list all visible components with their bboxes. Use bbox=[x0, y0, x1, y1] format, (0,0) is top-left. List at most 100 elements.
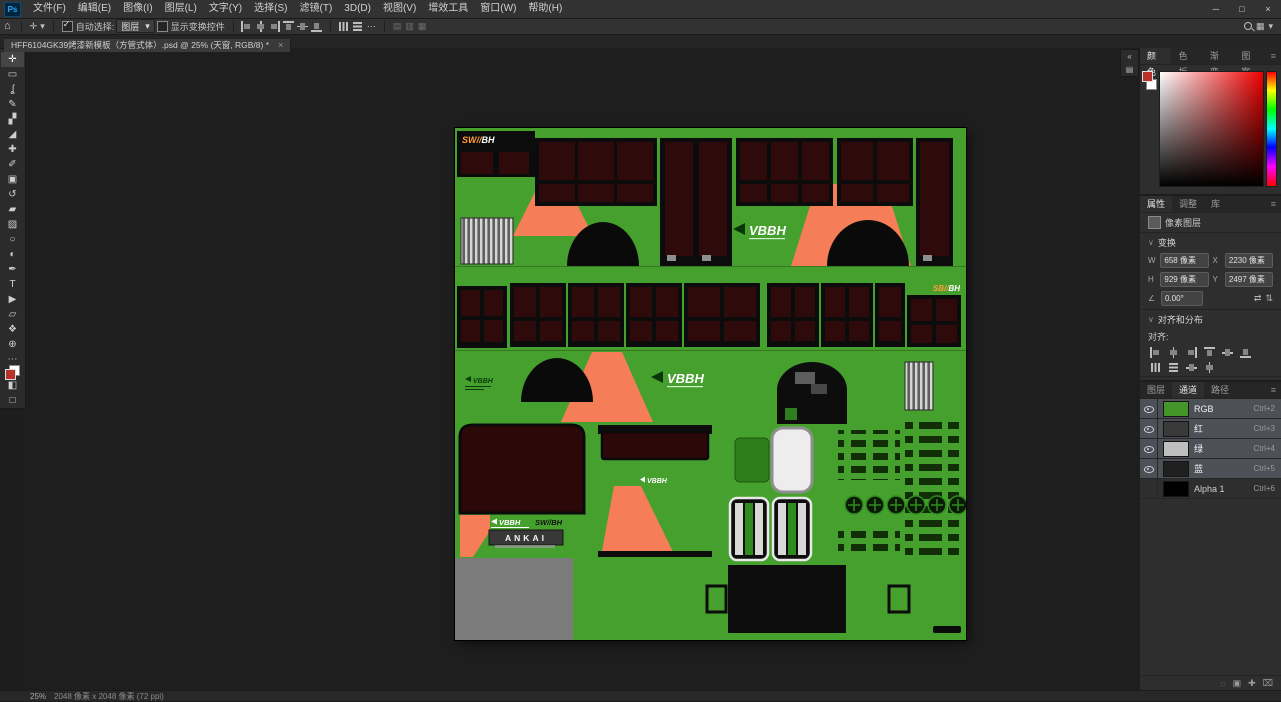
menu-help[interactable]: 帮助(H) bbox=[522, 0, 568, 18]
menu-type[interactable]: 文字(Y) bbox=[203, 0, 248, 18]
gradient-tool-icon[interactable]: ▨ bbox=[1, 217, 24, 232]
save-selection-icon[interactable]: ▣ bbox=[1233, 678, 1242, 689]
close-button[interactable]: × bbox=[1255, 0, 1281, 18]
distribute-center-icon[interactable] bbox=[1186, 362, 1197, 373]
canvas-workspace[interactable]: SW//BH VBBH bbox=[25, 48, 1140, 691]
brush-tool-icon[interactable]: ✐ bbox=[1, 157, 24, 172]
flip-horizontal-icon[interactable]: ⇄ bbox=[1254, 293, 1262, 304]
tab-close-icon[interactable]: × bbox=[278, 40, 283, 50]
delete-channel-icon[interactable]: ⌧ bbox=[1263, 678, 1273, 689]
foreground-background-swatches[interactable] bbox=[1142, 71, 1157, 97]
menu-edit[interactable]: 编辑(E) bbox=[72, 0, 117, 18]
search-icon[interactable] bbox=[1243, 21, 1254, 32]
align-left-icon[interactable] bbox=[241, 21, 252, 32]
rotation-field[interactable]: 0.00° bbox=[1161, 291, 1203, 306]
hue-slider[interactable] bbox=[1266, 71, 1277, 187]
channel-row-rgb[interactable]: RGB Ctrl+2 bbox=[1140, 399, 1281, 419]
channel-row-green[interactable]: 绿 Ctrl+4 bbox=[1140, 439, 1281, 459]
tab-adjustments[interactable]: 调整 bbox=[1172, 196, 1204, 212]
menu-file[interactable]: 文件(F) bbox=[27, 0, 72, 18]
transform-section-header[interactable]: ∨ 变换 bbox=[1140, 232, 1281, 250]
screen-mode-icon[interactable]: □ bbox=[1, 393, 24, 408]
distribute-vertical-icon[interactable] bbox=[1150, 362, 1161, 373]
align-top-icon[interactable] bbox=[283, 21, 294, 32]
align-center-h-icon[interactable] bbox=[1168, 347, 1179, 358]
align-top-icon[interactable] bbox=[1204, 347, 1215, 358]
lasso-tool-icon[interactable]: ʆ bbox=[1, 82, 24, 97]
channel-row-blue[interactable]: 蓝 Ctrl+5 bbox=[1140, 459, 1281, 479]
auto-select-target-dropdown[interactable]: 图层 ▾ bbox=[116, 19, 155, 33]
type-tool-icon[interactable]: T bbox=[1, 277, 24, 292]
width-field[interactable]: 658 像素 bbox=[1160, 253, 1208, 268]
collapse-panels-icon[interactable]: « bbox=[1127, 50, 1131, 63]
tab-paths[interactable]: 路径 bbox=[1204, 382, 1236, 398]
document-canvas[interactable]: SW//BH VBBH bbox=[455, 128, 966, 640]
menu-layer[interactable]: 图层(L) bbox=[159, 0, 203, 18]
blur-tool-icon[interactable]: ○ bbox=[1, 232, 24, 247]
healing-brush-tool-icon[interactable]: ✚ bbox=[1, 142, 24, 157]
tab-libraries[interactable]: 库 bbox=[1204, 196, 1227, 212]
new-channel-icon[interactable]: ✚ bbox=[1248, 678, 1256, 689]
shape-tool-icon[interactable]: ▱ bbox=[1, 307, 24, 322]
flip-vertical-icon[interactable]: ⇅ bbox=[1265, 293, 1273, 304]
show-transform-option[interactable]: 显示变换控件 bbox=[155, 20, 227, 33]
visibility-toggle[interactable] bbox=[1140, 439, 1158, 458]
workspace-chevron-icon[interactable]: ▾ bbox=[1266, 21, 1275, 32]
align-left-icon[interactable] bbox=[1150, 347, 1161, 358]
dodge-tool-icon[interactable]: ◐ bbox=[1, 247, 24, 262]
clone-stamp-tool-icon[interactable]: ▣ bbox=[1, 172, 24, 187]
zoom-level[interactable]: 25% bbox=[30, 692, 46, 701]
menu-plugins[interactable]: 增效工具 bbox=[422, 0, 474, 18]
eyedropper-tool-icon[interactable]: ◢ bbox=[1, 127, 24, 142]
foreground-background-swatches[interactable] bbox=[4, 369, 21, 376]
marquee-tool-icon[interactable]: ▭ bbox=[1, 67, 24, 82]
saturation-brightness-field[interactable] bbox=[1159, 71, 1264, 187]
menu-select[interactable]: 选择(S) bbox=[248, 0, 293, 18]
load-selection-icon[interactable]: ◌ bbox=[1220, 679, 1225, 689]
align-center-h-icon[interactable] bbox=[255, 21, 266, 32]
distribute-vertical-icon[interactable] bbox=[338, 21, 349, 32]
workspace-switcher-icon[interactable]: ▦ bbox=[1254, 21, 1267, 32]
panel-menu-icon[interactable]: ≡ bbox=[1266, 196, 1281, 212]
align-section-header[interactable]: ∨ 对齐和分布 bbox=[1140, 309, 1281, 327]
history-brush-tool-icon[interactable]: ↺ bbox=[1, 187, 24, 202]
distribute-middle-icon[interactable] bbox=[1204, 362, 1215, 373]
tab-color[interactable]: 颜色 bbox=[1140, 48, 1171, 64]
zoom-tool-icon[interactable]: ⊕ bbox=[1, 337, 24, 352]
crop-tool-icon[interactable]: ▞ bbox=[1, 112, 24, 127]
quick-selection-tool-icon[interactable]: ✎ bbox=[1, 97, 24, 112]
quick-mask-icon[interactable]: ◧ bbox=[1, 378, 24, 393]
visibility-toggle[interactable] bbox=[1140, 479, 1158, 498]
visibility-toggle[interactable] bbox=[1140, 419, 1158, 438]
minimize-button[interactable]: ─ bbox=[1203, 0, 1229, 18]
panel-menu-icon[interactable]: ≡ bbox=[1266, 382, 1281, 398]
hand-tool-icon[interactable]: ❖ bbox=[1, 322, 24, 337]
height-field[interactable]: 929 像素 bbox=[1160, 272, 1208, 287]
tab-patterns[interactable]: 图案 bbox=[1234, 48, 1265, 64]
menu-window[interactable]: 窗口(W) bbox=[474, 0, 522, 18]
menu-image[interactable]: 图像(I) bbox=[117, 0, 158, 18]
eraser-tool-icon[interactable]: ▰ bbox=[1, 202, 24, 217]
align-right-icon[interactable] bbox=[269, 21, 280, 32]
auto-select-checkbox[interactable] bbox=[62, 21, 73, 32]
menu-filter[interactable]: 滤镜(T) bbox=[294, 0, 339, 18]
y-field[interactable]: 2497 像素 bbox=[1225, 272, 1273, 287]
maximize-button[interactable]: □ bbox=[1229, 0, 1255, 18]
pen-tool-icon[interactable]: ✒ bbox=[1, 262, 24, 277]
visibility-toggle[interactable] bbox=[1140, 459, 1158, 478]
show-transform-checkbox[interactable] bbox=[157, 21, 168, 32]
distribute-horizontal-icon[interactable] bbox=[1168, 362, 1179, 373]
visibility-toggle[interactable] bbox=[1140, 399, 1158, 418]
path-selection-tool-icon[interactable]: ▶ bbox=[1, 292, 24, 307]
panel-menu-icon[interactable]: ≡ bbox=[1266, 48, 1281, 64]
tab-channels[interactable]: 通道 bbox=[1172, 382, 1204, 398]
active-tool-indicator[interactable]: ✛▾ bbox=[28, 21, 47, 32]
distribute-horizontal-icon[interactable] bbox=[352, 21, 363, 32]
tab-layers[interactable]: 图层 bbox=[1140, 382, 1172, 398]
home-icon[interactable]: ⌂ bbox=[0, 20, 15, 32]
align-bottom-icon[interactable] bbox=[1240, 347, 1251, 358]
tab-swatches[interactable]: 色板 bbox=[1171, 48, 1202, 64]
align-bottom-icon[interactable] bbox=[311, 21, 322, 32]
document-tab[interactable]: HFF6104GK39烤漆新模板（方管式体）.psd @ 25% (天窗, RG… bbox=[4, 39, 291, 52]
menu-3d[interactable]: 3D(D) bbox=[338, 0, 377, 18]
